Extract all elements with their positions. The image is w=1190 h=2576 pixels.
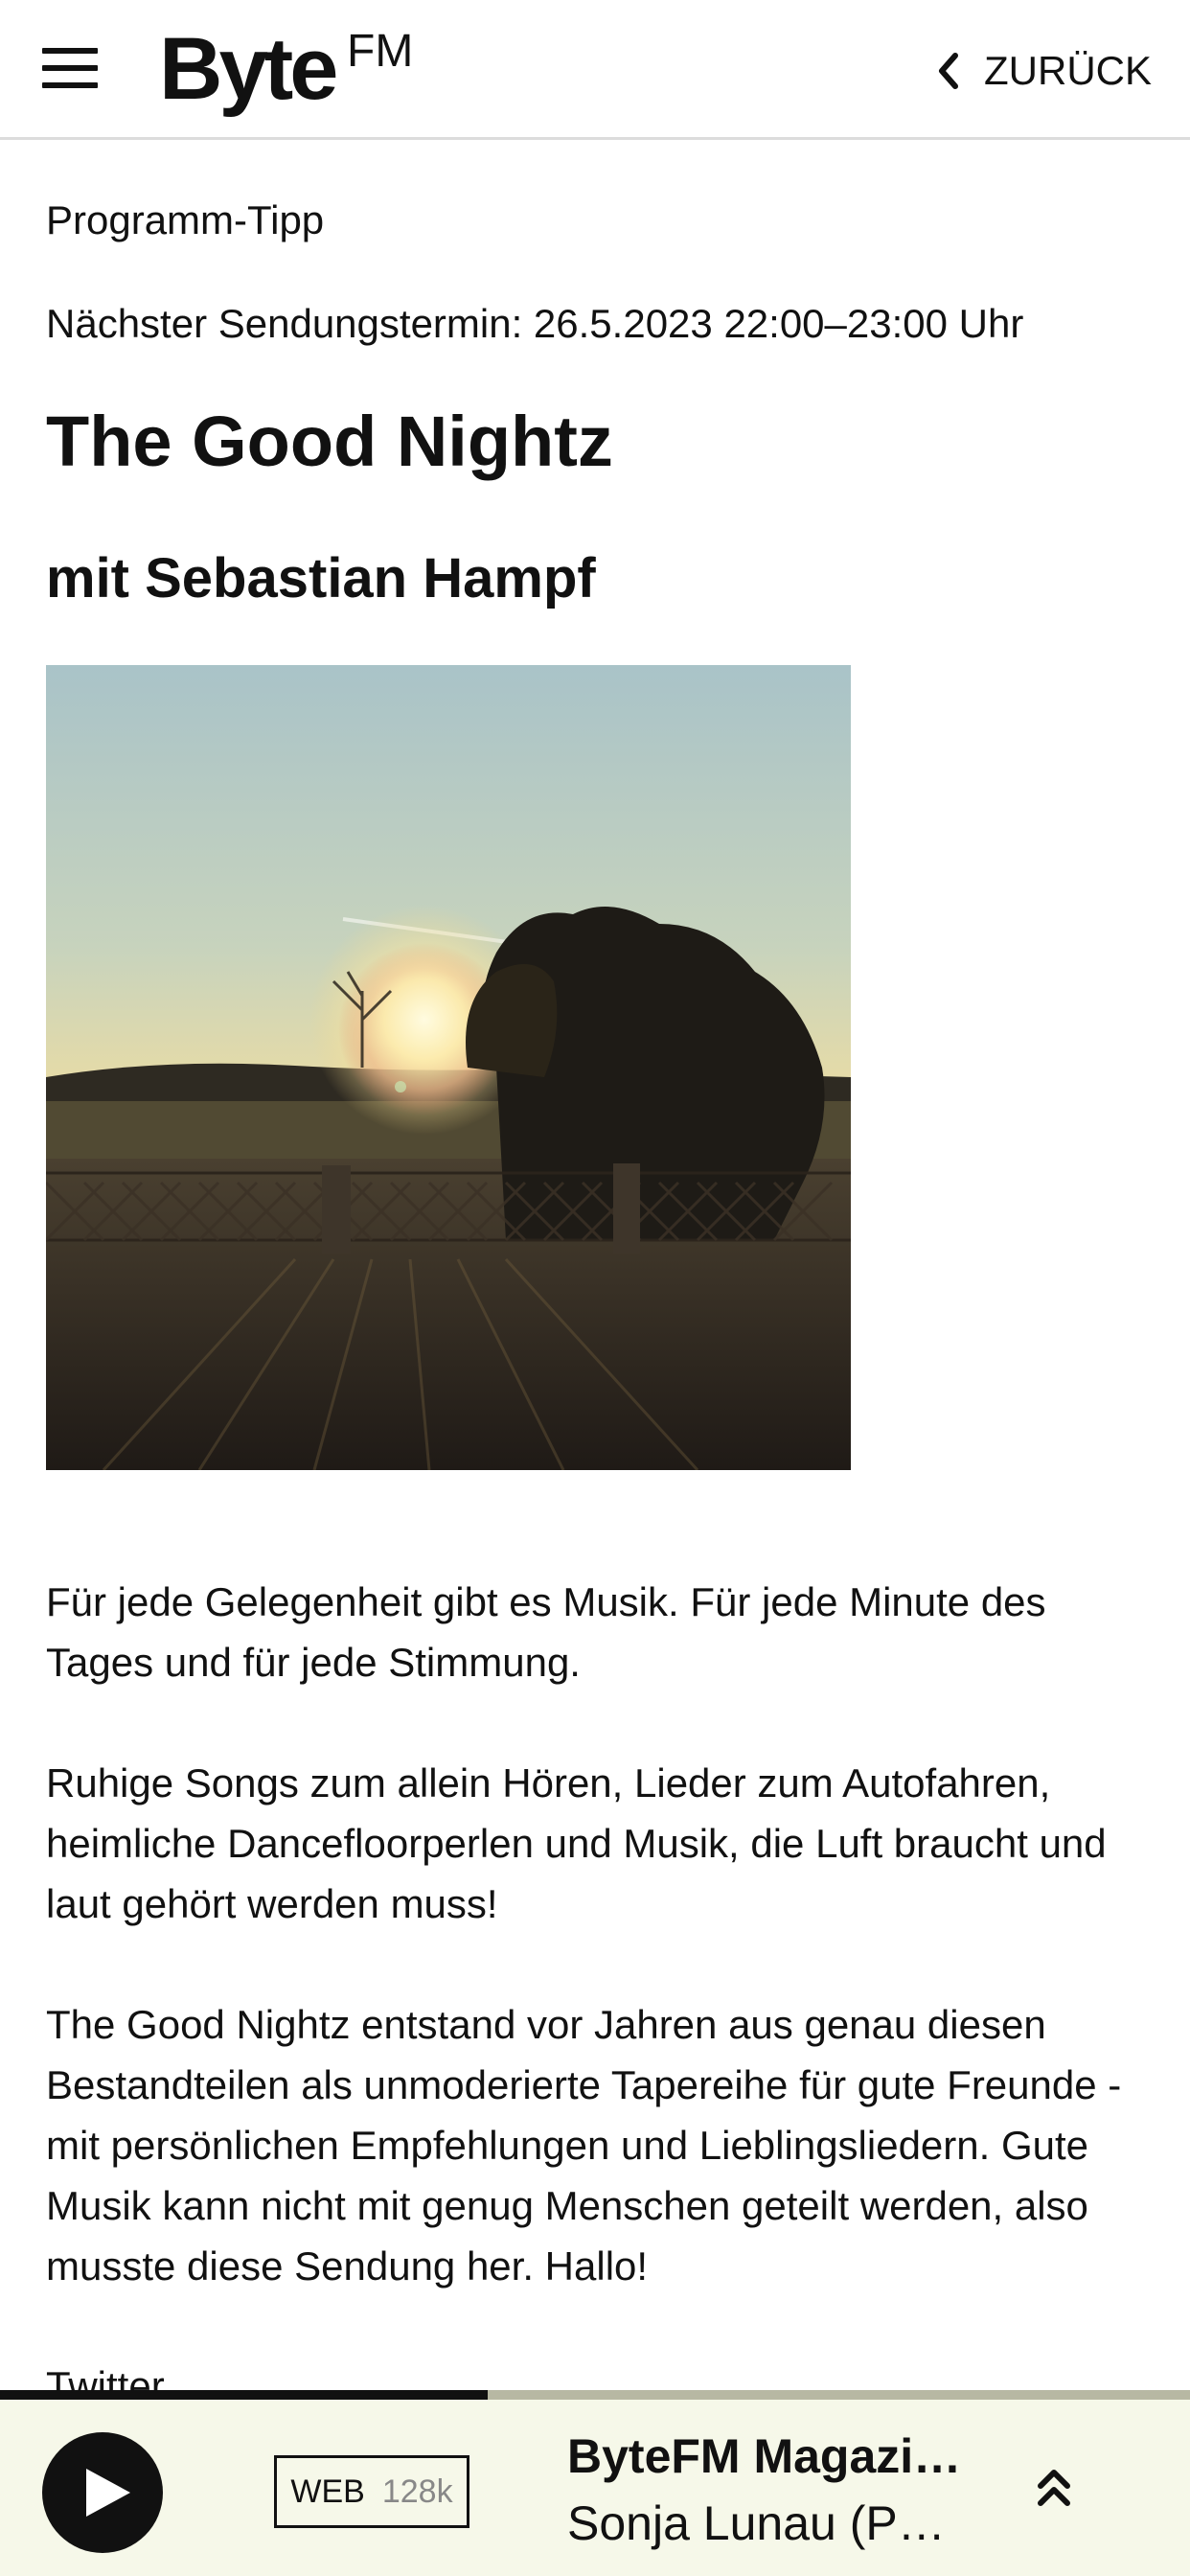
chevron-left-icon [939,53,958,89]
progress-fill [0,2390,489,2400]
byte-fm-logo[interactable]: Byte FM [159,20,413,118]
article-kicker: Programm-Tipp [46,197,325,242]
logo-superscript: FM [347,26,414,77]
stream-label: WEB [290,2472,365,2510]
show-image [46,665,851,1470]
back-button[interactable]: ZURÜCK [936,44,1152,98]
logo-main: Byte [159,20,338,118]
now-playing[interactable]: ByteFM Magazi… Sonja Lunau (Po… [567,2428,970,2551]
back-label: ZURÜCK [984,48,1152,93]
double-chevron-up-icon[interactable] [1035,2465,1073,2511]
hamburger-menu-icon[interactable] [42,48,98,88]
play-button[interactable] [42,2432,163,2553]
bitrate-label: 128k [381,2472,453,2510]
now-playing-host: Sonja Lunau (Po… [567,2496,970,2550]
playback-progress-bar[interactable] [0,2390,1190,2400]
show-title: The Good Nightz [46,402,613,481]
next-broadcast-date: Nächster Sendungstermin: 26.5.2023 22:00… [46,301,1024,346]
description-paragraph: The Good Nightz entstand vor Jahren aus … [46,2002,1122,2288]
show-host: mit Sebastian Hampf [46,547,596,610]
description-paragraph: Für jede Gelegenheit gibt es Musik. Für … [46,1579,1046,1685]
show-description: Für jede Gelegenheit gibt es Musik. Für … [46,1572,1148,2357]
audio-player-bar: WEB 128k ByteFM Magazi… Sonja Lunau (Po… [0,2400,1190,2576]
description-paragraph: Ruhige Songs zum allein Hören, Lieder zu… [46,1760,1107,1926]
stream-quality-button[interactable]: WEB 128k [274,2455,469,2528]
now-playing-show: ByteFM Magazi… [567,2429,962,2483]
play-icon [86,2469,130,2517]
app-header: Byte FM ZURÜCK [0,0,1190,140]
